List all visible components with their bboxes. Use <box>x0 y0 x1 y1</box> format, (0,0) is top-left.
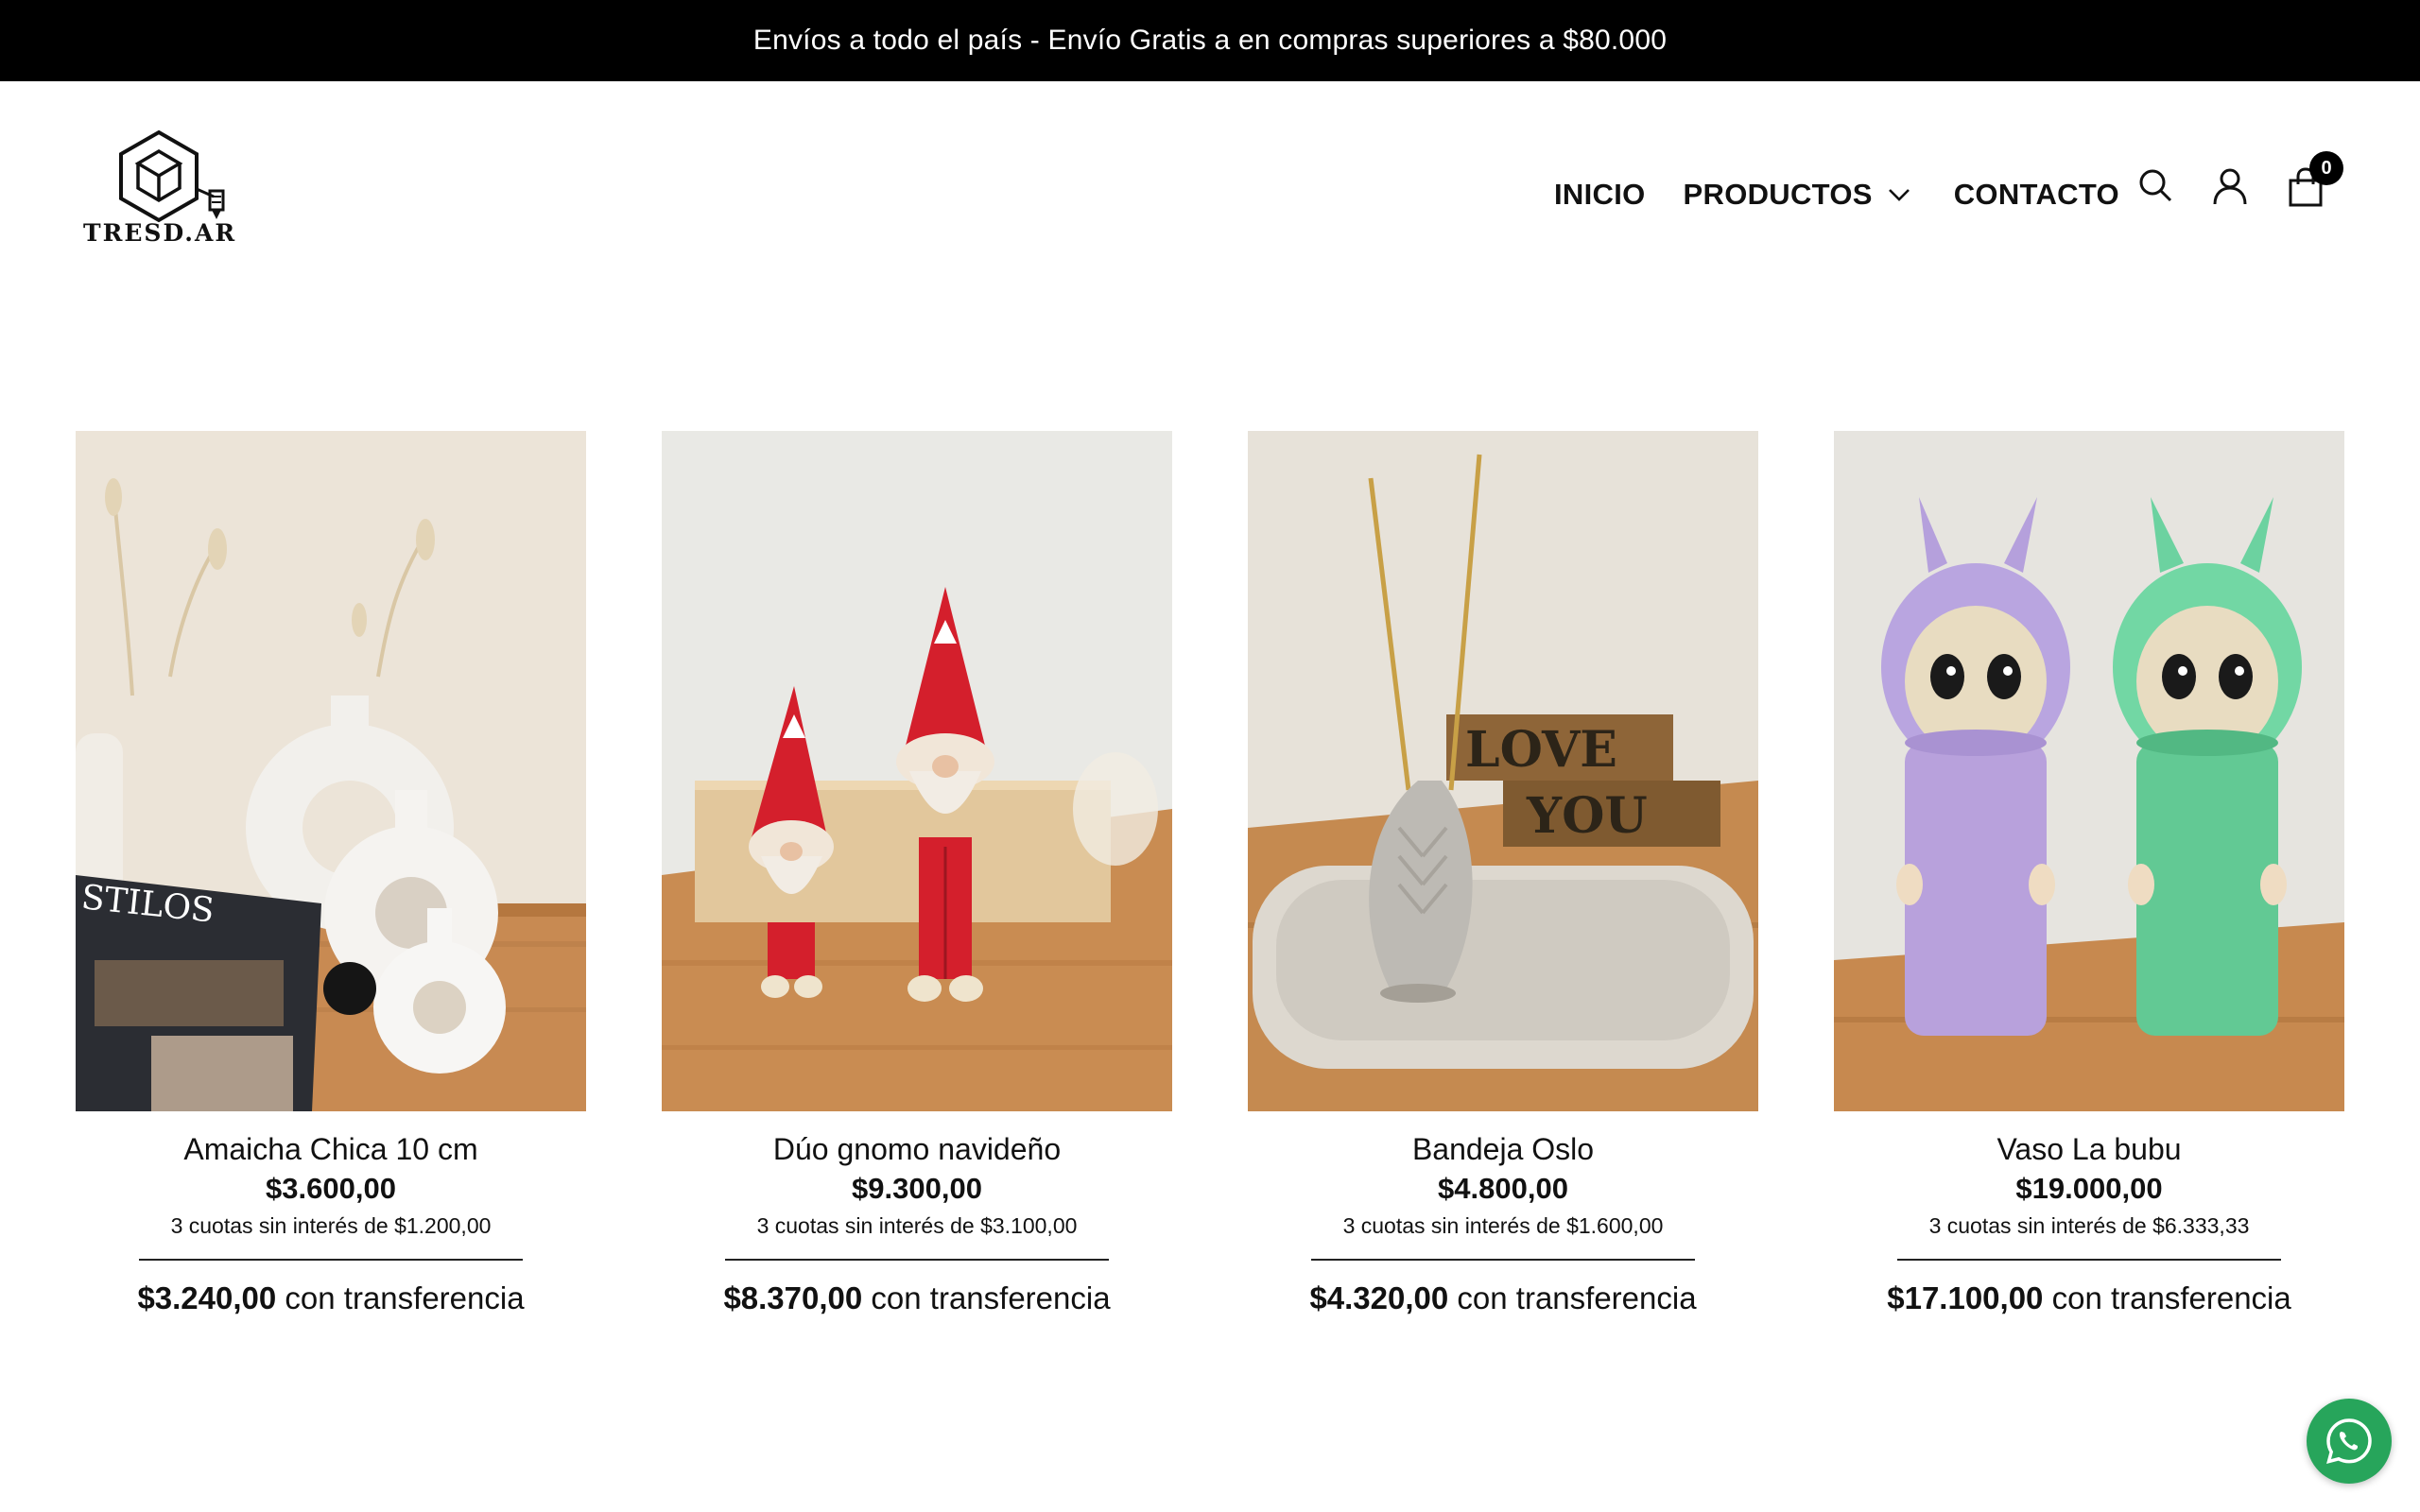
site-header: TRESD.AR INICIO PRODUCTOS CONTACTO <box>0 81 2420 299</box>
product-price: $4.800,00 <box>1438 1172 1568 1205</box>
price-divider <box>139 1259 523 1261</box>
product-image[interactable] <box>1834 431 2344 1111</box>
product-card[interactable]: STILOS Amaicha Chica 10 cm $3.600,00 3 c… <box>76 431 586 1319</box>
product-name[interactable]: Bandeja Oslo <box>1248 1130 1758 1168</box>
transfer-label: con transferencia <box>2051 1280 2291 1315</box>
product-image[interactable]: STILOS <box>76 431 586 1111</box>
transfer-price-line: $3.240,00 con transferencia <box>76 1278 586 1319</box>
transfer-label: con transferencia <box>285 1280 525 1315</box>
transfer-label: con transferencia <box>1457 1280 1697 1315</box>
sign-word-love: LOVE <box>1465 721 1617 779</box>
product-image[interactable] <box>662 431 1172 1111</box>
cube-logo-icon <box>119 129 225 223</box>
transfer-label: con transferencia <box>871 1280 1111 1315</box>
product-name[interactable]: Amaicha Chica 10 cm <box>76 1130 586 1168</box>
price-divider <box>725 1259 1109 1261</box>
search-icon <box>2139 169 2172 202</box>
product-name[interactable]: Vaso La bubu <box>1834 1130 2344 1168</box>
main-nav: INICIO PRODUCTOS CONTACTO <box>1554 168 2119 221</box>
announcement-bar: Envíos a todo el país - Envío Gratis a e… <box>0 0 2420 81</box>
product-price: $3.600,00 <box>266 1172 396 1205</box>
transfer-price: $8.370,00 <box>723 1280 863 1315</box>
product-card[interactable]: Vaso La bubu $19.000,00 3 cuotas sin int… <box>1834 431 2344 1319</box>
cart-count-badge: 0 <box>2309 151 2343 185</box>
product-card[interactable]: Dúo gnomo navideño $9.300,00 3 cuotas si… <box>662 431 1172 1319</box>
transfer-price-line: $4.320,00 con transferencia <box>1248 1278 1758 1319</box>
transfer-price-line: $17.100,00 con transferencia <box>1834 1278 2344 1319</box>
product-installments: 3 cuotas sin interés de $6.333,33 <box>1928 1213 2250 1238</box>
sign-word-you: YOU <box>1526 787 1648 845</box>
whatsapp-icon <box>2326 1418 2372 1464</box>
product-installments: 3 cuotas sin interés de $1.200,00 <box>170 1213 492 1238</box>
nav-productos[interactable]: PRODUCTOS <box>1684 178 1912 212</box>
price-divider <box>1311 1259 1695 1261</box>
whatsapp-button[interactable] <box>2307 1399 2392 1484</box>
nav-productos-label: PRODUCTOS <box>1683 178 1873 211</box>
product-grid: STILOS Amaicha Chica 10 cm $3.600,00 3 c… <box>76 431 2344 1319</box>
brand-name: TRESD.AR <box>83 219 237 247</box>
product-installments: 3 cuotas sin interés de $1.600,00 <box>1342 1213 1664 1238</box>
transfer-price: $4.320,00 <box>1309 1280 1449 1315</box>
nav-inicio[interactable]: INICIO <box>1554 178 1646 212</box>
product-name[interactable]: Dúo gnomo navideño <box>662 1130 1172 1168</box>
transfer-price: $3.240,00 <box>137 1280 277 1315</box>
search-button[interactable] <box>2132 162 2179 209</box>
product-image[interactable]: LOVE YOU <box>1248 431 1758 1111</box>
brand-logo[interactable]: TRESD.AR <box>83 123 234 255</box>
price-divider <box>1897 1259 2281 1261</box>
user-icon <box>2213 168 2247 205</box>
transfer-price: $17.100,00 <box>1887 1280 2044 1315</box>
chevron-down-icon <box>1888 189 1910 201</box>
product-price: $19.000,00 <box>2015 1172 2163 1205</box>
transfer-price-line: $8.370,00 con transferencia <box>662 1278 1172 1319</box>
announcement-text: Envíos a todo el país - Envío Gratis a e… <box>752 25 1668 56</box>
account-button[interactable] <box>2206 163 2254 210</box>
product-price: $9.300,00 <box>852 1172 982 1205</box>
nav-contacto[interactable]: CONTACTO <box>1954 178 2119 212</box>
product-card[interactable]: LOVE YOU Bandeja Oslo $4.800,00 3 cuotas… <box>1248 431 1758 1319</box>
product-installments: 3 cuotas sin interés de $3.100,00 <box>756 1213 1078 1238</box>
